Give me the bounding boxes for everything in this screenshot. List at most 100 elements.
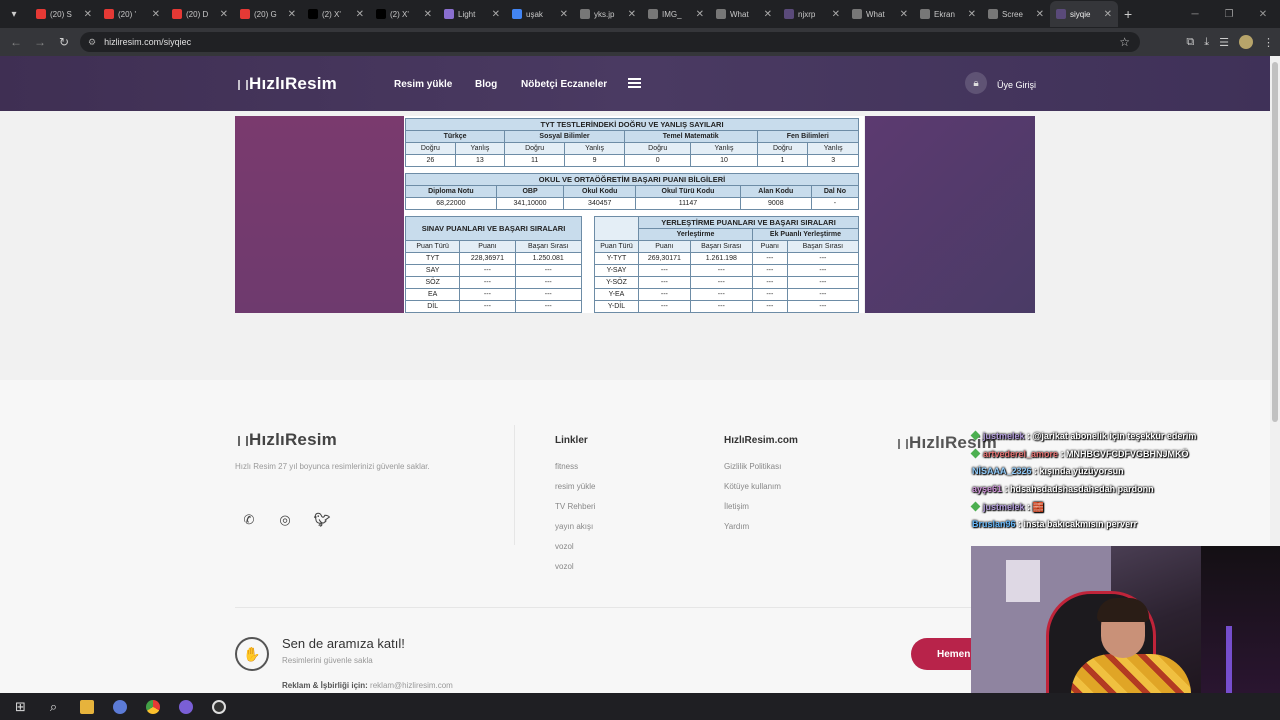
footer-link-gizlilik[interactable]: Gizlilik Politikası — [724, 462, 781, 471]
chrome-icon[interactable] — [136, 693, 169, 720]
nav-blog[interactable]: Blog — [475, 79, 497, 90]
footer-link-resim-yukle[interactable]: resim yükle — [555, 482, 595, 491]
hamburger-menu-icon[interactable] — [628, 78, 641, 88]
browser-tab[interactable]: siyqie ✕ — [1050, 1, 1118, 27]
tab-close-icon[interactable]: ✕ — [832, 9, 840, 20]
browser-menu-icon[interactable]: ⋮ — [1263, 36, 1274, 49]
ad-email-link[interactable]: reklam@hizliresim.com — [370, 681, 453, 690]
tab-close-icon[interactable]: ✕ — [424, 9, 432, 20]
tab-close-icon[interactable]: ✕ — [560, 9, 568, 20]
footer-link-tv-rehberi[interactable]: TV Rehberi — [555, 502, 595, 511]
close-window-icon[interactable]: ✕ — [1246, 9, 1280, 20]
profile-avatar[interactable] — [1239, 35, 1253, 49]
back-icon[interactable]: ← — [4, 35, 28, 49]
app-icon[interactable] — [103, 693, 136, 720]
lock-icon[interactable]: 🔒︎ — [965, 72, 987, 94]
chat-message: justmelek : @jarikat abonelik için teşek… — [970, 430, 1196, 441]
site-logo[interactable]: HızlıResim — [238, 74, 337, 94]
windows-start-icon[interactable]: ⊞ — [4, 693, 37, 720]
footer-link-yardim[interactable]: Yardım — [724, 522, 749, 531]
nav-nobetci-eczaneler[interactable]: Nöbetçi Eczaneler — [521, 79, 607, 90]
scroll-thumb[interactable] — [1272, 62, 1278, 422]
nav-resim-yukle[interactable]: Resim yükle — [394, 79, 452, 90]
site-info-icon[interactable]: ⚙ — [88, 37, 96, 48]
login-link[interactable]: Üye Girişi — [997, 80, 1036, 90]
footer-link-vozol[interactable]: vozol — [555, 542, 574, 551]
new-tab-icon[interactable]: + — [1124, 6, 1132, 22]
yer-cell: --- — [751, 252, 788, 265]
tab-close-icon[interactable]: ✕ — [900, 9, 908, 20]
tab-title: What — [730, 9, 749, 19]
footer-logo-text: HızlıResim — [249, 430, 337, 449]
tab-close-icon[interactable]: ✕ — [628, 9, 636, 20]
maximize-icon[interactable]: ❐ — [1212, 9, 1246, 20]
tab-close-icon[interactable]: ✕ — [220, 9, 228, 20]
taskbar-search-icon[interactable]: ⌕ — [37, 693, 70, 720]
speed-lines-icon — [238, 435, 248, 446]
browser-tab[interactable]: (20) D ✕ — [166, 1, 234, 27]
sinav-cell: --- — [459, 288, 516, 301]
chat-message: NİSAAA_2326 : kışında yüzüyorsun — [972, 466, 1124, 476]
forward-icon[interactable]: → — [28, 35, 52, 49]
footer-link-vozol[interactable]: vozol — [555, 562, 574, 571]
instagram-icon[interactable]: ◎ — [277, 512, 293, 528]
browser-tab[interactable]: What ✕ — [846, 1, 914, 27]
tab-search-icon[interactable]: ▾ — [4, 4, 24, 24]
tab-close-icon[interactable]: ✕ — [288, 9, 296, 20]
tab-close-icon[interactable]: ✕ — [1104, 9, 1112, 20]
tab-close-icon[interactable]: ✕ — [764, 9, 772, 20]
footer-link-yayin-akisi[interactable]: yayın akışı — [555, 522, 593, 531]
chat-username: justmelek — [983, 502, 1025, 512]
subject-turkce: Türkçe — [404, 130, 506, 143]
sinav-cell: SAY — [404, 264, 461, 277]
tab-close-icon[interactable]: ✕ — [152, 9, 160, 20]
minimize-icon[interactable]: ─ — [1178, 9, 1212, 20]
join-subtitle: Resimlerini güvenle sakla — [282, 656, 373, 665]
browser-tab[interactable]: njxrp ✕ — [778, 1, 846, 27]
url-text[interactable]: hizliresim.com/siyqiec — [104, 37, 191, 47]
browser-tab[interactable]: Scree ✕ — [982, 1, 1050, 27]
browser-tab[interactable]: Ekran ✕ — [914, 1, 982, 27]
yer-cell: --- — [786, 264, 860, 277]
browser-tab[interactable]: (2) X' ✕ — [370, 1, 438, 27]
extensions-icon[interactable]: ⧉ — [1186, 36, 1194, 49]
file-explorer-icon[interactable] — [70, 693, 103, 720]
tab-close-icon[interactable]: ✕ — [696, 9, 704, 20]
windows-taskbar: ⊞ ⌕ — [0, 693, 1280, 720]
sinav-header: Puan Türü — [404, 240, 461, 253]
tab-close-icon[interactable]: ✕ — [1036, 9, 1044, 20]
browser-tab[interactable]: (20) S ✕ — [30, 1, 98, 27]
browser-tab[interactable]: Light ✕ — [438, 1, 506, 27]
tab-close-icon[interactable]: ✕ — [356, 9, 364, 20]
reading-list-icon[interactable]: ☰ — [1219, 36, 1229, 49]
exam-result-image[interactable]: TYT TESTLERİNDEKİ DOĞRU VE YANLIŞ SAYILA… — [404, 116, 864, 313]
sinav-header: Puanı — [459, 240, 516, 253]
browser-tab[interactable]: What ✕ — [710, 1, 778, 27]
twitter-icon[interactable]: 🐦︎ — [314, 512, 331, 528]
yer-header: Puanı — [638, 240, 691, 253]
bookmark-star-icon[interactable]: ☆ — [1119, 35, 1130, 49]
dogru-label: Doğru — [623, 142, 692, 155]
discord-icon[interactable] — [169, 693, 202, 720]
browser-tab[interactable]: (2) X' ✕ — [302, 1, 370, 27]
youtube-icon — [240, 9, 250, 19]
browser-tab[interactable]: uşak ✕ — [506, 1, 574, 27]
footer-logo[interactable]: HızlıResim — [238, 430, 337, 450]
reload-icon[interactable]: ↻ — [52, 35, 76, 49]
obs-icon[interactable] — [202, 693, 235, 720]
browser-tab[interactable]: (20) ' ✕ — [98, 1, 166, 27]
tab-close-icon[interactable]: ✕ — [84, 9, 92, 20]
browser-tab[interactable]: (20) G ✕ — [234, 1, 302, 27]
footer-link-fitness[interactable]: fitness — [555, 462, 578, 471]
download-icon[interactable]: ⤓ — [1204, 36, 1209, 49]
footer-link-kotuye-kullanim[interactable]: Kötüye kullanım — [724, 482, 781, 491]
browser-tab[interactable]: yks.jp ✕ — [574, 1, 642, 27]
whatsapp-icon[interactable]: ✆ — [241, 512, 257, 528]
subscriber-badge-icon — [970, 501, 981, 512]
address-bar[interactable]: ⚙ hizliresim.com/siyqiec ☆ — [80, 32, 1140, 52]
browser-tab[interactable]: IMG_ ✕ — [642, 1, 710, 27]
tab-close-icon[interactable]: ✕ — [968, 9, 976, 20]
tab-close-icon[interactable]: ✕ — [492, 9, 500, 20]
footer-link-iletisim[interactable]: İletişim — [724, 502, 749, 511]
sinav-cell: --- — [514, 276, 583, 289]
